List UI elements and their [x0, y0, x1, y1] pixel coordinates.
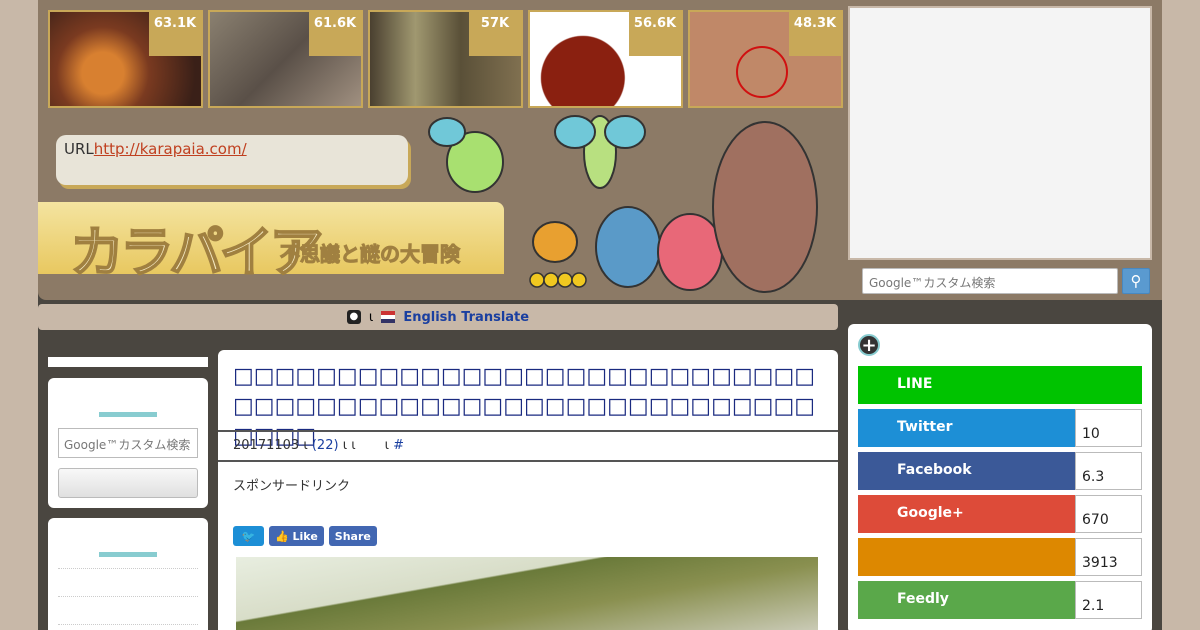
english-translate-link[interactable]: English Translate	[403, 310, 529, 325]
sponsored-link-label: スポンサードリンク	[233, 479, 351, 494]
bird-pink	[657, 213, 723, 291]
left-search-button[interactable]	[58, 468, 198, 498]
list-divider	[58, 624, 198, 625]
social-row-googleplus[interactable]: Google+ 670	[858, 495, 1142, 533]
thumbnail-2[interactable]: 61.6K	[208, 10, 363, 108]
share-buttons: 🐦 👍 Like Share	[233, 526, 377, 546]
chick-group	[529, 272, 587, 288]
facebook-share-button[interactable]: Share	[328, 526, 377, 546]
highlight-circle	[736, 46, 788, 98]
meta-separator: ι	[384, 438, 389, 453]
facebook-count: 6.3	[1075, 452, 1142, 490]
globe-icon[interactable]: ●	[346, 310, 361, 324]
facebook-like-button[interactable]: 👍 Like	[269, 526, 324, 546]
line-label: LINE	[858, 366, 1142, 404]
chick-1	[529, 272, 545, 288]
list-divider	[58, 596, 198, 597]
thumbnail-1[interactable]: 63.1K	[48, 10, 203, 108]
advertisement-box[interactable]	[848, 6, 1152, 260]
twitter-bird-icon: 🐦	[241, 529, 256, 543]
site-url-box: URLhttp://karapaia.com/	[56, 135, 408, 185]
widget-heading-bar	[99, 552, 157, 557]
view-count-badge: 57K	[469, 12, 521, 56]
feedly-count: 2.1	[1075, 581, 1142, 619]
thumbnail-3[interactable]: 57K	[368, 10, 523, 108]
hatena-label	[858, 538, 1075, 576]
mascot-illustration	[428, 115, 818, 293]
chick-3	[557, 272, 573, 288]
article-meta: 20171103 ι (22) ι ι ι #	[218, 430, 838, 462]
search-button[interactable]: ⚲	[1122, 268, 1150, 294]
view-count-badge: 56.6K	[629, 12, 681, 56]
search-input[interactable]: Google™カスタム検索	[862, 268, 1118, 294]
like-label: Like	[292, 529, 318, 543]
site-url-link[interactable]: http://karapaia.com/	[94, 140, 247, 158]
bird-orange	[532, 221, 578, 263]
social-row-feedly[interactable]: Feedly 2.1	[858, 581, 1142, 619]
article-main-image	[236, 557, 818, 630]
view-count-badge: 63.1K	[149, 12, 201, 56]
meta-separator: ι ι	[342, 438, 356, 453]
comment-count-link[interactable]: (22)	[312, 438, 339, 453]
view-count-badge: 48.3K	[789, 12, 841, 56]
twitter-share-button[interactable]: 🐦	[233, 526, 264, 546]
chick-2	[543, 272, 559, 288]
feedly-label: Feedly	[858, 581, 1075, 619]
chick-4	[571, 272, 587, 288]
fairy-left-wing	[428, 117, 466, 147]
left-list-widget	[48, 518, 208, 630]
nav-separator: ι	[368, 309, 374, 325]
googleplus-label: Google+	[858, 495, 1075, 533]
social-row-line[interactable]: LINE	[858, 366, 1142, 404]
left-sidebar-strip	[48, 357, 208, 367]
hatena-count: 3913	[1075, 538, 1142, 576]
bird-blue	[595, 206, 661, 288]
url-label: URL	[64, 140, 94, 158]
twitter-label: Twitter	[858, 409, 1075, 447]
thumbnail-5[interactable]: 48.3K	[688, 10, 843, 108]
big-brown-mascot	[712, 121, 818, 293]
view-count-badge: 61.6K	[309, 12, 361, 56]
translate-bar: ● ι English Translate	[38, 304, 838, 330]
list-divider	[58, 568, 198, 569]
facebook-label: Facebook	[858, 452, 1075, 490]
social-row-hatena[interactable]: 3913	[858, 538, 1142, 576]
uk-flag-icon	[381, 311, 396, 323]
fairy-center-wing-right	[604, 115, 646, 149]
plus-icon[interactable]: +	[858, 334, 880, 356]
permalink-hash[interactable]: #	[393, 438, 404, 453]
social-row-twitter[interactable]: Twitter 10	[858, 409, 1142, 447]
googleplus-count: 670	[1075, 495, 1142, 533]
social-row-facebook[interactable]: Facebook 6.3	[858, 452, 1142, 490]
fairy-center-wing-left	[554, 115, 596, 149]
thumbs-up-icon: 👍	[275, 529, 293, 543]
twitter-count: 10	[1075, 409, 1142, 447]
popular-thumbnails: 63.1K 61.6K 57K 56.6K 48.3K	[48, 10, 843, 108]
search-icon: ⚲	[1130, 272, 1142, 290]
share-label: Share	[334, 529, 371, 543]
meta-separator: ι	[303, 438, 308, 453]
article-date: 20171103	[233, 438, 300, 453]
widget-heading-bar	[99, 412, 157, 417]
left-search-input[interactable]: Google™カスタム検索	[58, 428, 198, 458]
thumbnail-4[interactable]: 56.6K	[528, 10, 683, 108]
